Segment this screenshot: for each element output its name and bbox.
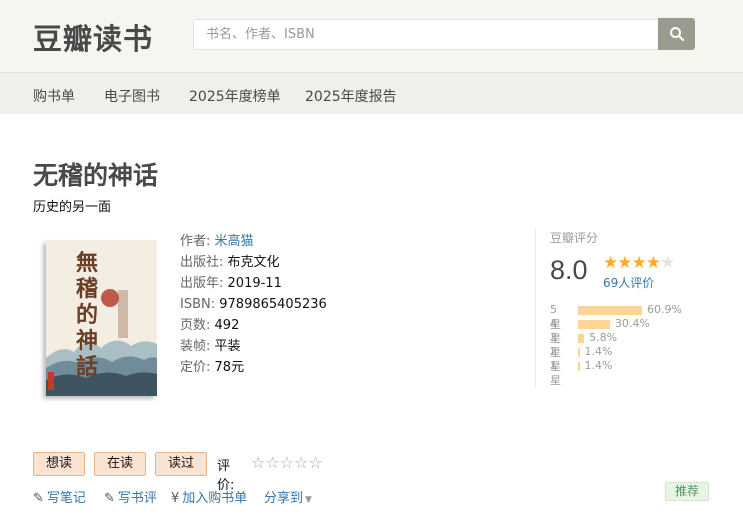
author-link[interactable]: 米高猫	[215, 234, 254, 249]
reading-button[interactable]: 在读	[94, 452, 146, 476]
nav-item-booklist[interactable]: 购书单	[33, 86, 75, 106]
book-cover-art	[46, 240, 157, 396]
isbn-value: 9789865405236	[219, 297, 327, 312]
recommend-button[interactable]: 推荐	[665, 482, 709, 501]
rating-percent: 30.4%	[614, 317, 650, 330]
star-icon: ★	[645, 253, 661, 272]
want-to-read-button[interactable]: 想读	[33, 452, 85, 476]
share-link[interactable]: 分享到 ▼	[264, 487, 312, 506]
rating-stars: ★★★★★	[603, 253, 675, 273]
chevron-down-icon: ▼	[305, 495, 312, 505]
rating-title: 豆瓣评分	[550, 231, 599, 245]
have-read-button[interactable]: 读过	[155, 452, 207, 476]
book-title: 无稽的神话	[33, 161, 159, 190]
rating-percent: 1.4%	[584, 359, 613, 372]
add-to-cart-link[interactable]: ¥ 加入购书单	[171, 487, 247, 506]
search-icon	[669, 27, 684, 42]
star-icon: ★	[603, 253, 618, 272]
author-label: 作者:	[180, 234, 211, 249]
price-value: 78元	[214, 360, 245, 375]
rating-bar	[578, 334, 585, 343]
site-header: 豆瓣读书	[0, 0, 743, 72]
book-cover[interactable]: 無稽的神話	[46, 240, 157, 396]
isbn-label: ISBN:	[180, 297, 216, 312]
rating-row-label: 1星	[550, 359, 561, 387]
write-review-label: 写书评	[117, 491, 157, 506]
star-empty-icon: ★	[660, 253, 675, 272]
year-value: 2019-11	[227, 276, 282, 291]
yen-icon: ¥	[171, 491, 180, 506]
add-to-cart-label: 加入购书单	[182, 491, 248, 506]
year-label: 出版年:	[180, 276, 224, 291]
nav-item-annual-report[interactable]: 2025年度报告	[305, 86, 397, 106]
publisher-value[interactable]: 布克文化	[228, 255, 280, 270]
pencil-icon: ✎	[33, 491, 44, 506]
rating-bar	[578, 362, 580, 371]
nav-item-annual-list[interactable]: 2025年度榜单	[189, 86, 281, 106]
publisher-label: 出版社:	[180, 255, 224, 270]
pencil-icon: ✎	[104, 491, 115, 506]
search-box	[193, 19, 659, 50]
star-icon: ★	[631, 253, 647, 272]
rating-percent: 1.4%	[584, 345, 613, 358]
star-icon: ★	[617, 253, 632, 272]
site-logo[interactable]: 豆瓣读书	[33, 16, 153, 58]
binding-value: 平装	[214, 339, 241, 354]
rating-count-link[interactable]: 69人评价	[603, 274, 654, 291]
rating-score: 8.0	[550, 255, 588, 285]
rating-percent: 5.8%	[589, 331, 618, 344]
rating-bar	[578, 306, 642, 315]
binding-label: 装帧:	[180, 339, 211, 354]
rating-bar	[578, 320, 610, 329]
rating-percent: 60.9%	[647, 303, 682, 316]
nav-item-ebooks[interactable]: 电子图书	[104, 86, 160, 106]
write-review-link[interactable]: ✎ 写书评	[104, 487, 157, 506]
search-input[interactable]	[194, 20, 659, 49]
price-label: 定价:	[180, 360, 211, 375]
pages-label: 页数:	[180, 318, 211, 333]
write-note-link[interactable]: ✎ 写笔记	[33, 487, 86, 506]
share-label: 分享到	[264, 491, 304, 506]
write-note-label: 写笔记	[46, 491, 86, 506]
rating-panel: 豆瓣评分 8.0 ★★★★★ 69人评价 5星 60.9% 4星 30.4% 3…	[535, 228, 725, 388]
book-subtitle: 历史的另一面	[33, 200, 112, 215]
pages-value: 492	[214, 318, 240, 333]
cover-title-text: 無稽的神話	[76, 250, 99, 380]
rate-stars-input[interactable]: ☆☆☆☆☆	[251, 453, 323, 473]
book-info: 作者: 米高猫 出版社: 布克文化 出版年: 2019-11 ISBN: 978…	[180, 231, 327, 378]
main-nav: 购书单 电子图书 2025年度榜单 2025年度报告	[0, 72, 743, 114]
rating-bar	[578, 348, 580, 357]
search-button[interactable]	[658, 18, 695, 50]
